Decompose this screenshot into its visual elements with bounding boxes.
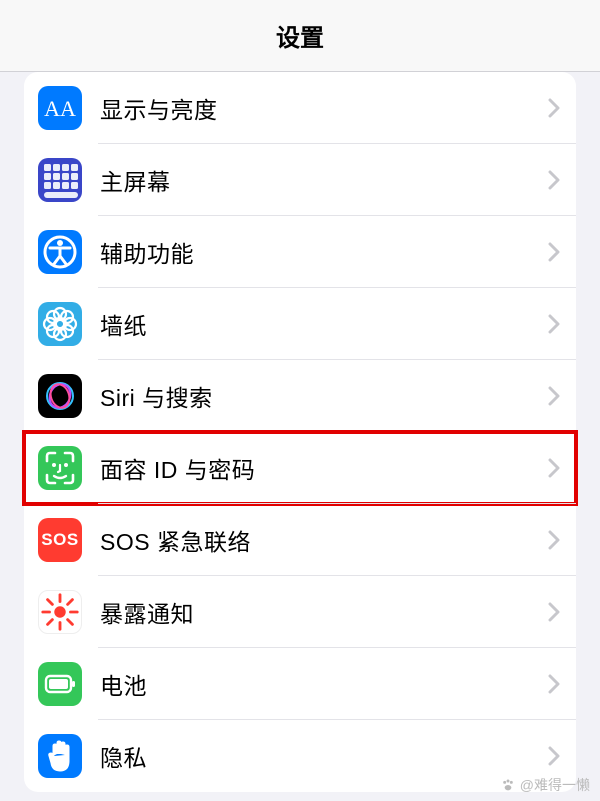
sos-icon: SOS (38, 518, 82, 562)
settings-row-label: 辅助功能 (100, 235, 548, 269)
paw-icon (500, 777, 516, 793)
settings-row-label: 墙纸 (100, 307, 548, 341)
chevron-right-icon (548, 386, 560, 406)
settings-row-battery[interactable]: 电池 (24, 648, 576, 720)
chevron-right-icon (548, 746, 560, 766)
settings-row-label: 面容 ID 与密码 (100, 451, 548, 485)
battery-icon (38, 662, 82, 706)
settings-row-exposure[interactable]: 暴露通知 (24, 576, 576, 648)
settings-row-wallpaper[interactable]: 墙纸 (24, 288, 576, 360)
accessibility-icon (38, 230, 82, 274)
settings-row-label: SOS 紧急联络 (100, 523, 548, 557)
settings-list: 显示与亮度主屏幕辅助功能墙纸 Siri 与搜索面容 ID 与密码 SOS SOS 紧急… (24, 72, 576, 792)
settings-row-display[interactable]: 显示与亮度 (24, 72, 576, 144)
display-brightness-icon (38, 86, 82, 130)
settings-row-sos[interactable]: SOS SOS 紧急联络 (24, 504, 576, 576)
privacy-icon (38, 734, 82, 778)
header: 设置 (0, 0, 600, 72)
faceid-icon (38, 446, 82, 490)
watermark: @难得一懒 (500, 775, 590, 795)
settings-row-label: 隐私 (100, 739, 548, 773)
chevron-right-icon (548, 170, 560, 190)
exposure-icon (38, 590, 82, 634)
settings-row-label: 电池 (100, 667, 548, 701)
settings-row-home[interactable]: 主屏幕 (24, 144, 576, 216)
settings-row-privacy[interactable]: 隐私 (24, 720, 576, 792)
sos-text: SOS (41, 530, 78, 550)
settings-row-label: 主屏幕 (100, 163, 548, 197)
settings-row-label: Siri 与搜索 (100, 379, 548, 413)
chevron-right-icon (548, 602, 560, 622)
chevron-right-icon (548, 98, 560, 118)
watermark-text: @难得一懒 (520, 775, 590, 795)
page-title: 设置 (276, 18, 324, 53)
settings-row-faceid[interactable]: 面容 ID 与密码 (24, 432, 576, 504)
chevron-right-icon (548, 242, 560, 262)
siri-icon (38, 374, 82, 418)
chevron-right-icon (548, 458, 560, 478)
chevron-right-icon (548, 314, 560, 334)
settings-row-label: 暴露通知 (100, 595, 548, 629)
settings-row-accessibility[interactable]: 辅助功能 (24, 216, 576, 288)
home-screen-icon (38, 158, 82, 202)
row-separator (98, 503, 576, 504)
chevron-right-icon (548, 530, 560, 550)
chevron-right-icon (548, 674, 560, 694)
settings-row-siri[interactable]: Siri 与搜索 (24, 360, 576, 432)
settings-row-label: 显示与亮度 (100, 91, 548, 125)
wallpaper-icon (38, 302, 82, 346)
